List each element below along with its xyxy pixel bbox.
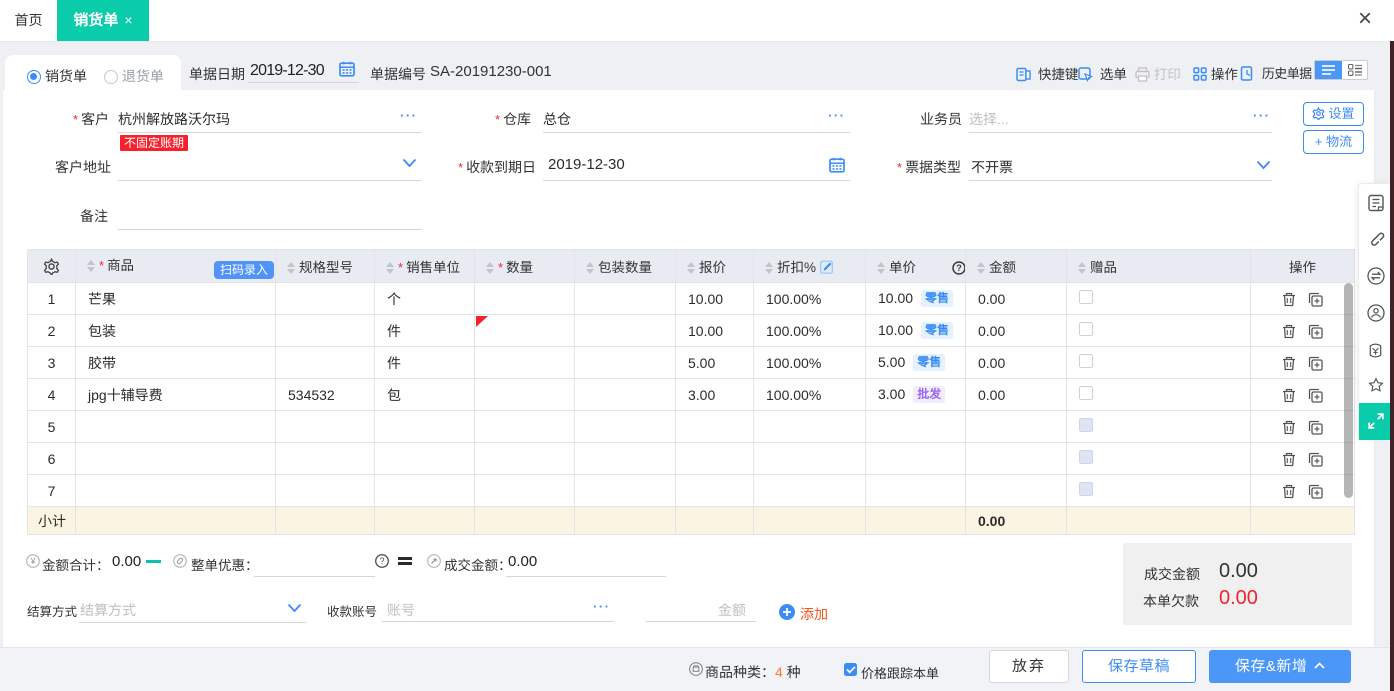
svg-text:?: ? <box>956 263 962 273</box>
svg-text:?: ? <box>380 556 385 566</box>
svg-text:¥: ¥ <box>30 556 36 566</box>
